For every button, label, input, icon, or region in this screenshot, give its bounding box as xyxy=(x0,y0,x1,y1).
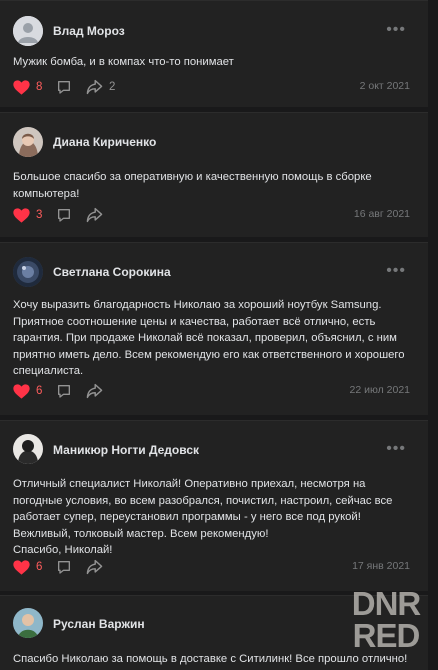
review-text: Хочу выразить благодарность Николаю за х… xyxy=(13,299,405,378)
post-header: Влад Мороз ••• xyxy=(13,16,428,46)
watermark-line: RED xyxy=(352,617,421,654)
share-icon xyxy=(86,383,103,399)
user-photo-icon xyxy=(13,257,43,287)
author-name[interactable]: Влад Мороз xyxy=(53,24,125,38)
comment-button[interactable] xyxy=(56,556,72,578)
user-photo-icon xyxy=(13,608,43,638)
action-bar: 3 16 авг 2021 xyxy=(13,204,410,226)
comment-icon xyxy=(58,209,70,222)
watermark-line: DNR xyxy=(351,585,422,622)
heart-icon xyxy=(13,559,30,575)
review-text: Мужик бомба, и в компах что-то понимает xyxy=(13,56,234,68)
comment-button[interactable] xyxy=(56,204,72,226)
post-date[interactable]: 17 янв 2021 xyxy=(352,560,410,572)
shares-count: 2 xyxy=(109,81,116,93)
post-header: Диана Кириченко xyxy=(13,127,428,157)
post-date[interactable]: 22 июл 2021 xyxy=(349,384,410,396)
heart-icon xyxy=(13,79,30,95)
likes-count: 6 xyxy=(36,385,43,397)
user-photo-icon xyxy=(13,127,43,157)
heart-icon xyxy=(13,383,30,399)
avatar[interactable] xyxy=(13,127,43,157)
like-button[interactable]: 8 xyxy=(13,76,42,98)
share-button[interactable] xyxy=(86,204,103,226)
share-button[interactable] xyxy=(86,380,103,402)
avatar[interactable] xyxy=(13,16,43,46)
heart-icon xyxy=(13,207,30,223)
author-name[interactable]: Руслан Варжин xyxy=(53,617,145,631)
action-bar: 8 2 2 окт 2021 xyxy=(13,76,410,98)
comment-button[interactable] xyxy=(56,76,72,98)
review-post: Маникюр Ногти Дедовск ••• Отличный специ… xyxy=(0,420,428,591)
post-header: Маникюр Ногти Дедовск ••• xyxy=(13,434,428,464)
comment-icon xyxy=(58,385,70,398)
review-text: Отличный специалист Николай! Оперативно … xyxy=(13,478,393,557)
avatar[interactable] xyxy=(13,434,43,464)
share-icon xyxy=(86,559,103,575)
share-icon xyxy=(86,79,103,95)
share-button[interactable]: 2 xyxy=(86,76,115,98)
review-post: Диана Кириченко Большое спасибо за опера… xyxy=(0,112,428,237)
share-button[interactable] xyxy=(86,556,103,578)
like-button[interactable]: 6 xyxy=(13,556,42,578)
default-avatar-icon xyxy=(13,16,43,46)
comment-icon xyxy=(58,561,70,574)
author-name[interactable]: Маникюр Ногти Дедовск xyxy=(53,443,199,457)
watermark-logo: DNR RED xyxy=(343,585,429,658)
share-icon xyxy=(86,207,103,223)
likes-count: 6 xyxy=(36,561,43,573)
action-bar: 6 17 янв 2021 xyxy=(13,556,410,578)
like-button[interactable]: 3 xyxy=(13,204,42,226)
avatar[interactable] xyxy=(13,608,43,638)
post-header: Светлана Сорокина ••• xyxy=(13,257,428,287)
likes-count: 8 xyxy=(36,81,43,93)
author-name[interactable]: Светлана Сорокина xyxy=(53,265,171,279)
review-post: Влад Мороз ••• Мужик бомба, и в компах ч… xyxy=(0,0,428,107)
review-text: Большое спасибо за оперативную и качеств… xyxy=(13,171,372,200)
post-date[interactable]: 2 окт 2021 xyxy=(360,80,410,92)
likes-count: 3 xyxy=(36,209,43,221)
user-photo-icon xyxy=(13,434,43,464)
more-options-button[interactable]: ••• xyxy=(386,263,406,279)
author-name[interactable]: Диана Кириченко xyxy=(53,135,156,149)
reviews-feed: Влад Мороз ••• Мужик бомба, и в компах ч… xyxy=(0,0,438,670)
like-button[interactable]: 6 xyxy=(13,380,42,402)
comment-icon xyxy=(58,81,70,94)
action-bar: 6 22 июл 2021 xyxy=(13,380,410,402)
more-options-button[interactable]: ••• xyxy=(386,441,406,457)
more-options-button[interactable]: ••• xyxy=(386,22,406,38)
avatar[interactable] xyxy=(13,257,43,287)
comment-button[interactable] xyxy=(56,380,72,402)
post-date[interactable]: 16 авг 2021 xyxy=(354,208,410,220)
review-post: Светлана Сорокина ••• Хочу выразить благ… xyxy=(0,242,428,415)
